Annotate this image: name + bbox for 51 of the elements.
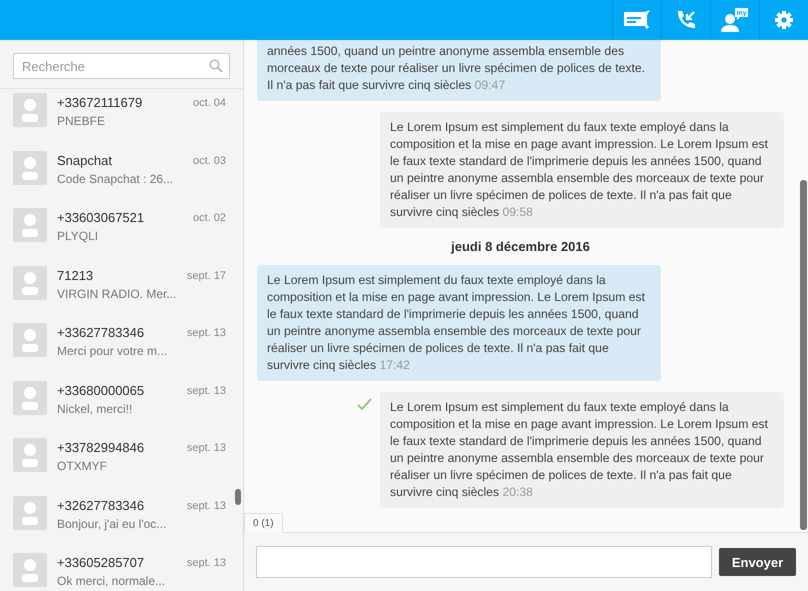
conversation-item[interactable]: Snapchat oct. 03 Code Snapchat : 26... bbox=[0, 150, 243, 208]
message-preview: Nickel, merci!! bbox=[57, 402, 134, 416]
contact-name: Snapchat bbox=[57, 152, 112, 168]
search-field[interactable]: Recherche bbox=[13, 53, 230, 79]
conversation-item[interactable]: +33782994846 sept. 13 OTXMYF bbox=[0, 438, 243, 496]
scrollbar-thumb[interactable] bbox=[235, 489, 241, 505]
conversation-item[interactable]: 71213 sept. 17 VIRGIN RADIO. Mer... bbox=[0, 266, 243, 323]
message-preview: PNEBFE bbox=[57, 114, 106, 128]
contact-name: +33603067521 bbox=[57, 210, 144, 225]
message-bubble: Le Lorem Ipsum est simplement du faux texte employé dans la composition et la mise en page avant impression. Le Lorem Ipsum est le faux texte standard de l'imprimerie depuis les années 1500, quand un peintre anonyme assembla ensemble des morceaux de texte pour réaliser un livre spécimen de polices de texte. Il n'a pas fait que survivre cinq siècles 17:42 bbox=[257, 265, 661, 381]
message-preview: Bonjour, j'ai eu l'oc... bbox=[57, 516, 168, 530]
message-preview: Ok merci, normale... bbox=[57, 574, 166, 588]
message-bubble: Le Lorem Ipsum est simplement du faux texte employé dans la composition et la mise en page avant impression. Le Lorem Ipsum est le faux texte standard de l'imprimerie depuis les années 1500, quand un peintre anonyme assembla ensemble des morceaux de texte pour réaliser un livre spécimen de polices de texte. Il n'a pas fait que survivre cinq siècles 20:38 bbox=[380, 392, 784, 508]
conversation-item[interactable]: +33672111679 oct. 04 PNEBFE bbox=[0, 93, 243, 150]
contact-name: +33605285707 bbox=[57, 555, 144, 570]
message-preview: VIRGIN RADIO. Mer... bbox=[57, 286, 178, 300]
conversation-date: sept. 13 bbox=[186, 498, 226, 512]
message-preview: Merci pour votre m... bbox=[57, 344, 168, 358]
conversation-item[interactable]: +33627783346 sept. 13 Merci pour votre m... bbox=[0, 323, 243, 380]
conversation-item[interactable]: +33680000065 sept. 13 Nickel, merci!! bbox=[0, 380, 243, 438]
conversation-date: oct. 04 bbox=[192, 96, 226, 110]
new-message-icon bbox=[623, 9, 651, 31]
scrollbar-thumb[interactable] bbox=[800, 180, 807, 530]
contact-name: +33782994846 bbox=[57, 440, 144, 455]
message-preview: Code Snapchat : 26... bbox=[57, 172, 174, 186]
conversation-date: sept. 17 bbox=[186, 268, 226, 282]
conversation-item[interactable]: +33605285707 sept. 13 Ok merci, normale... bbox=[0, 553, 243, 591]
message-bubble: années 1500, quand un peintre anonyme assembla ensemble des morceaux de texte pour réaliser un livre spécimen de polices de texte. Il n'a pas fait que survivre cinq siècles 09:47 bbox=[257, 40, 661, 101]
conversation-date: oct. 02 bbox=[192, 211, 226, 225]
incoming-call-icon bbox=[675, 9, 697, 31]
message-bubble: Le Lorem Ipsum est simplement du faux texte employé dans la composition et la mise en page avant impression. Le Lorem Ipsum est le faux texte standard de l'imprimerie depuis les années 1500, quand un peintre anonyme assembla ensemble des morceaux de texte pour réaliser un livre spécimen de polices de texte. Il n'a pas fait que survivre cinq siècles 09:58 bbox=[380, 112, 784, 228]
contact-name: 71213 bbox=[57, 268, 94, 282]
conversation-item[interactable]: +33603067521 oct. 02 PLYQLI bbox=[0, 208, 243, 266]
contact-name: +33680000065 bbox=[57, 382, 144, 398]
settings-icon bbox=[774, 10, 794, 30]
conversation-date: sept. 13 bbox=[186, 441, 226, 455]
tab[interactable]: 0 (1) bbox=[244, 513, 283, 533]
conversation-date: oct. 03 bbox=[192, 154, 226, 168]
contact-name: +33627783346 bbox=[57, 325, 144, 340]
send-button[interactable]: Envoyer bbox=[719, 548, 796, 576]
date-separator: jeudi 8 décembre 2016 bbox=[451, 239, 590, 254]
message-input[interactable] bbox=[256, 546, 712, 578]
conversation-date: sept. 13 bbox=[186, 384, 226, 398]
contact-name: +32627783346 bbox=[57, 498, 144, 512]
conversation-item[interactable]: +32627783346 sept. 13 Bonjour, j'ai eu l'oc... bbox=[0, 496, 243, 553]
conversation-date: sept. 13 bbox=[186, 326, 226, 340]
contact-name: +33672111679 bbox=[57, 95, 142, 110]
search-icon bbox=[209, 59, 223, 73]
conversation-date: sept. 13 bbox=[186, 556, 226, 570]
message-preview: PLYQLI bbox=[57, 229, 100, 243]
message-preview: OTXMYF bbox=[57, 459, 108, 473]
